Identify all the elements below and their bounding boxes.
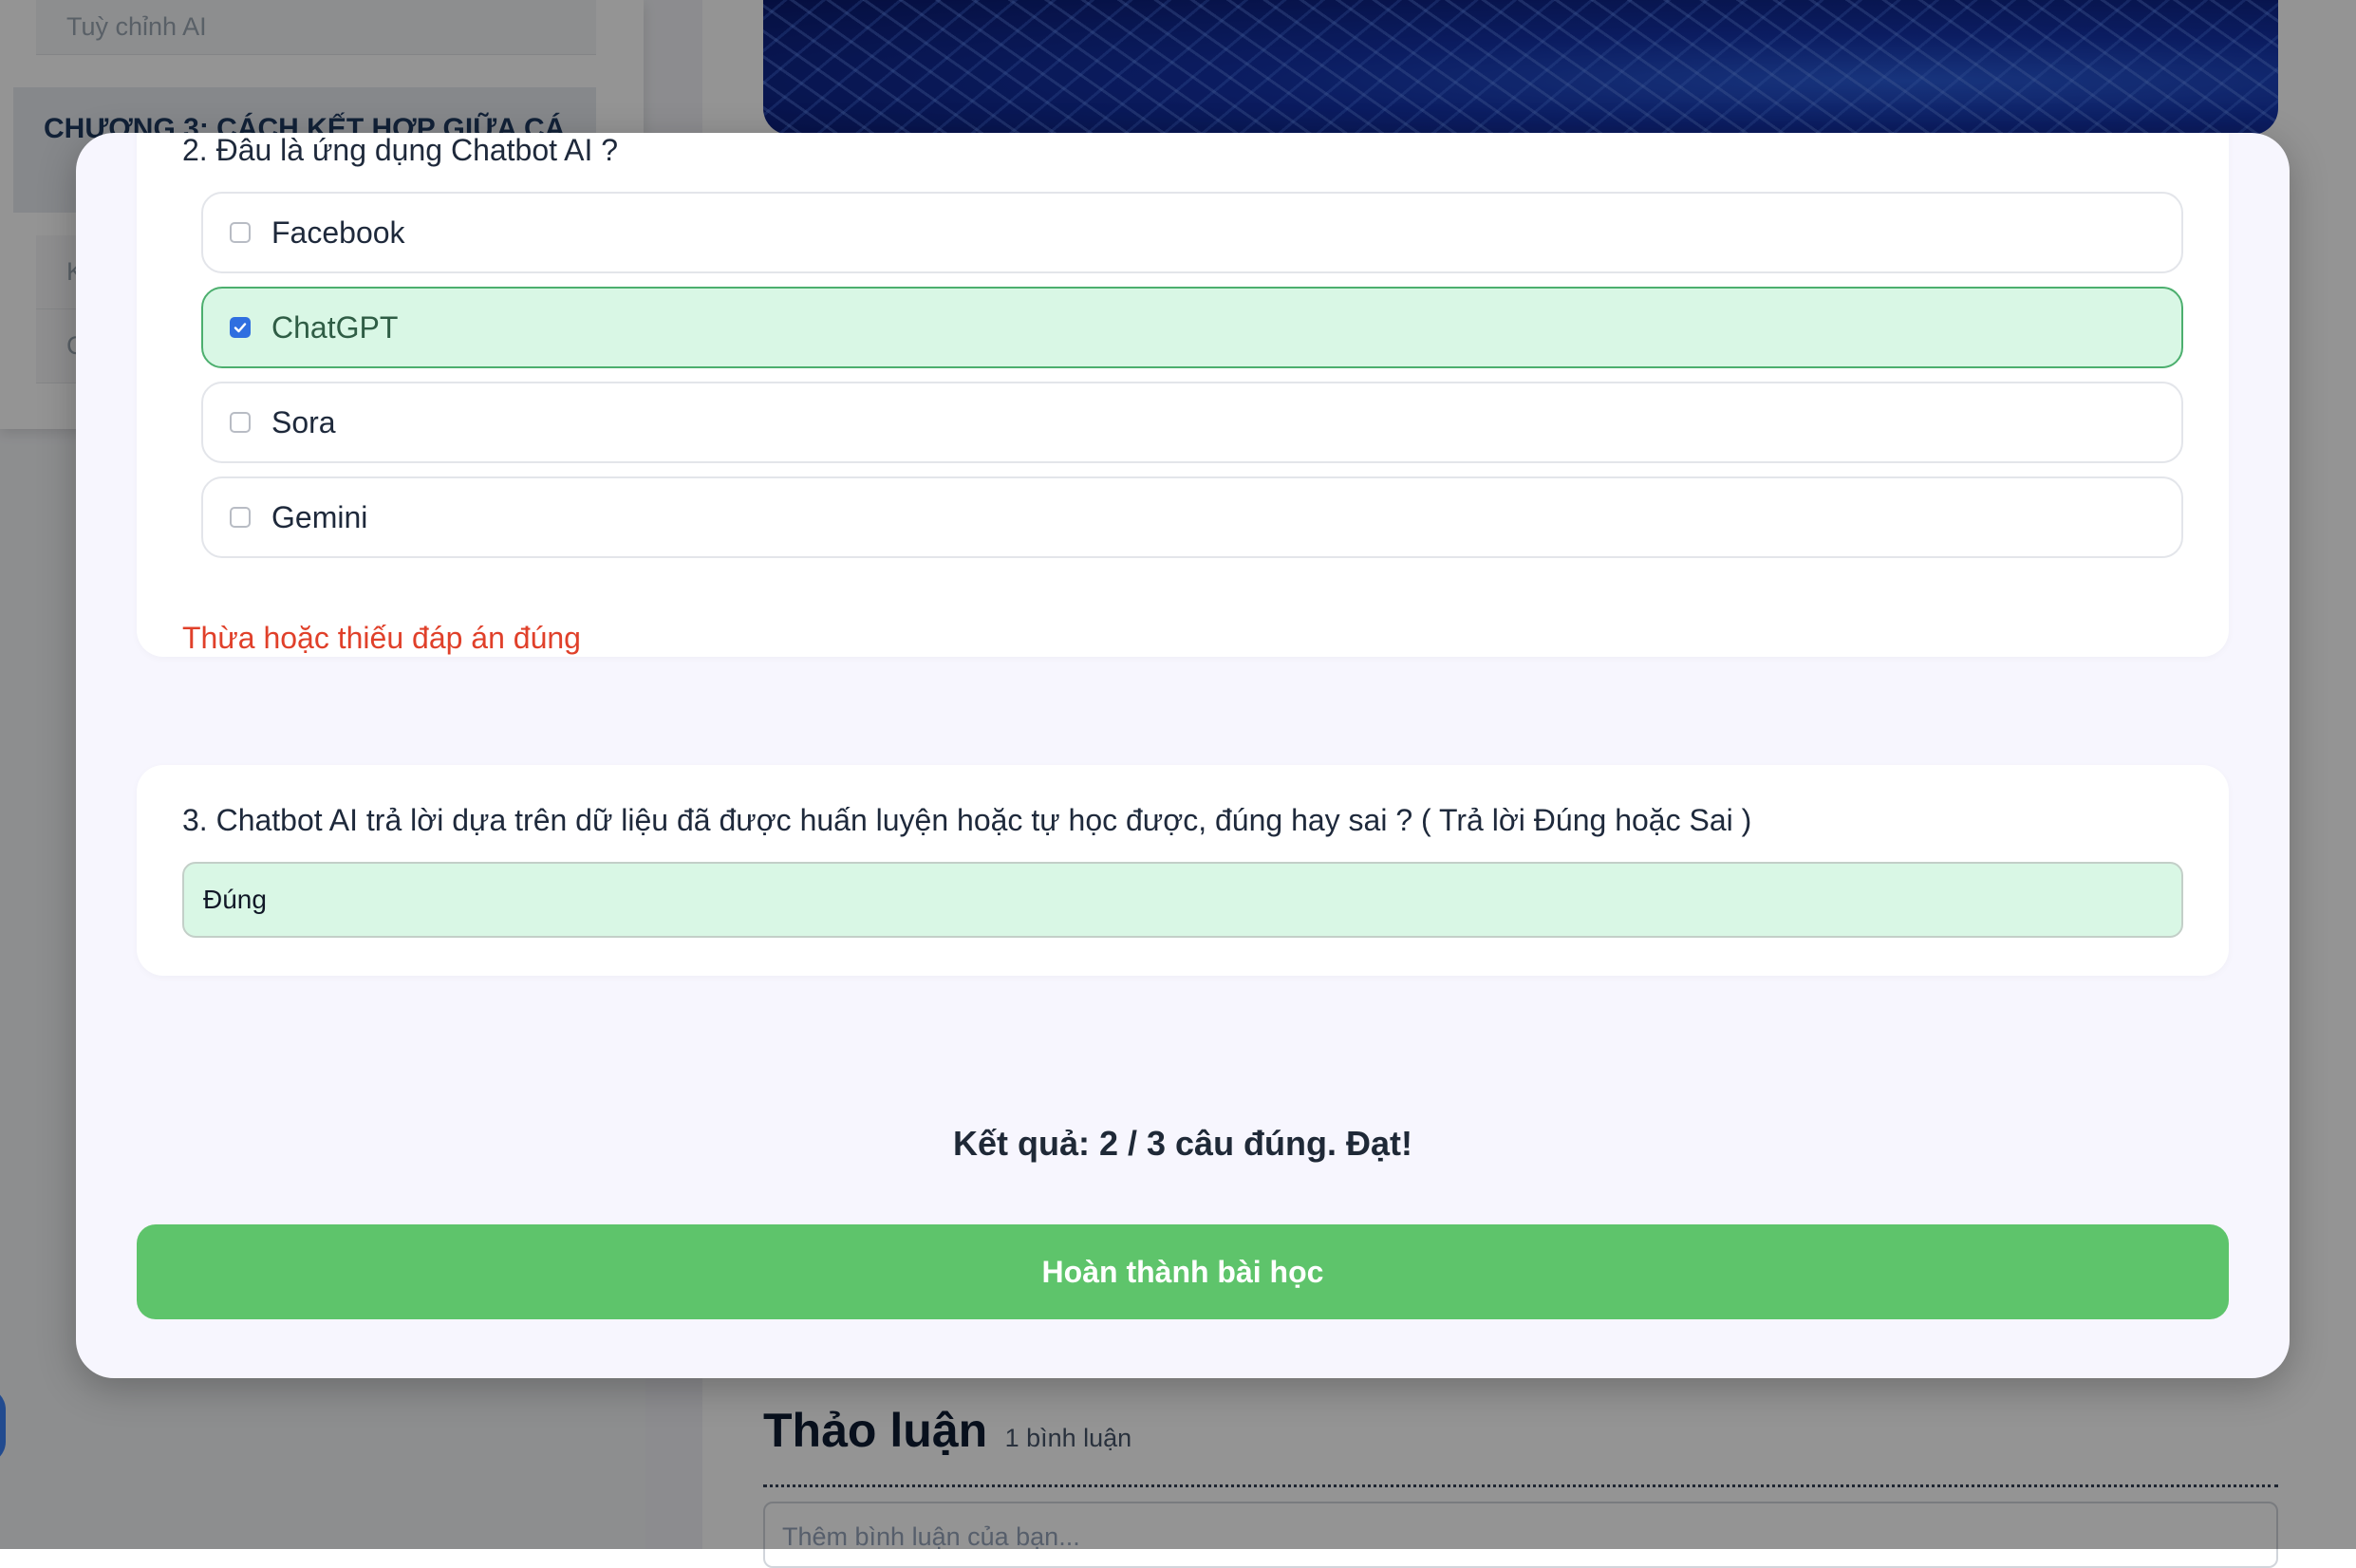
- answer-option-chatgpt[interactable]: ChatGPT: [201, 287, 2183, 368]
- answer-option-gemini[interactable]: Gemini: [201, 476, 2183, 558]
- answer-input[interactable]: Đúng: [182, 862, 2183, 938]
- checkbox[interactable]: [230, 507, 251, 528]
- quiz-modal: 2. Đâu là ứng dụng Chatbot AI ? Facebook…: [76, 133, 2290, 1378]
- option-label: Sora: [271, 404, 336, 439]
- question-card-2: 2. Đâu là ứng dụng Chatbot AI ? Facebook…: [137, 133, 2229, 657]
- checkmark-icon: [234, 323, 247, 333]
- option-label: Gemini: [271, 499, 368, 534]
- question-title: 2. Đâu là ứng dụng Chatbot AI ?: [182, 133, 619, 167]
- question-card-3: 3. Chatbot AI trả lời dựa trên dữ liệu đ…: [137, 765, 2229, 976]
- finish-lesson-button[interactable]: Hoàn thành bài học: [137, 1224, 2229, 1319]
- option-label: ChatGPT: [271, 309, 399, 345]
- checkbox[interactable]: [230, 412, 251, 433]
- option-label: Facebook: [271, 215, 405, 250]
- checkbox[interactable]: [230, 222, 251, 243]
- quiz-result: Kết quả: 2 / 3 câu đúng. Đạt!: [952, 1124, 1413, 1163]
- answer-option-facebook[interactable]: Facebook: [201, 192, 2183, 273]
- answer-option-sora[interactable]: Sora: [201, 382, 2183, 463]
- error-message: Thừa hoặc thiếu đáp án đúng: [182, 621, 581, 655]
- question-title: 3. Chatbot AI trả lời dựa trên dữ liệu đ…: [182, 803, 1752, 837]
- checkbox-checked[interactable]: [230, 317, 251, 338]
